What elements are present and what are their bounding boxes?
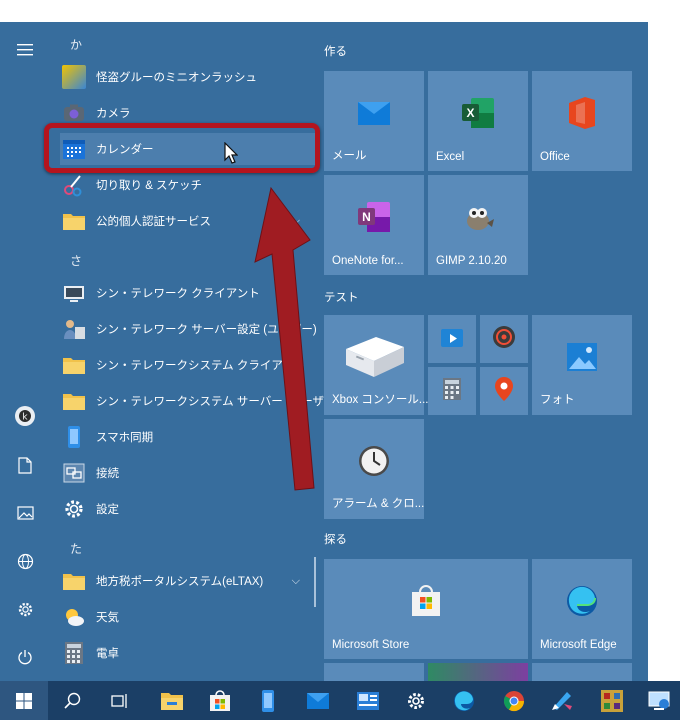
edge-icon[interactable] [440,681,488,720]
contacts-icon[interactable] [344,681,392,720]
red-arrow-annotation [254,186,315,491]
file-explorer-icon[interactable] [148,681,196,720]
chrome-icon[interactable] [490,681,538,720]
game-icon[interactable] [588,681,636,720]
mouse-cursor [224,141,239,168]
taskbar [0,681,680,720]
mail-icon[interactable] [294,681,342,720]
search-icon[interactable] [48,681,96,720]
snip-icon[interactable] [538,681,586,720]
remote-icon[interactable] [636,681,680,720]
task-view-icon[interactable] [96,681,144,720]
store-icon[interactable] [196,681,244,720]
windows-start-icon[interactable] [0,681,48,720]
settings-icon[interactable] [392,681,440,720]
phone-icon[interactable] [244,681,292,720]
